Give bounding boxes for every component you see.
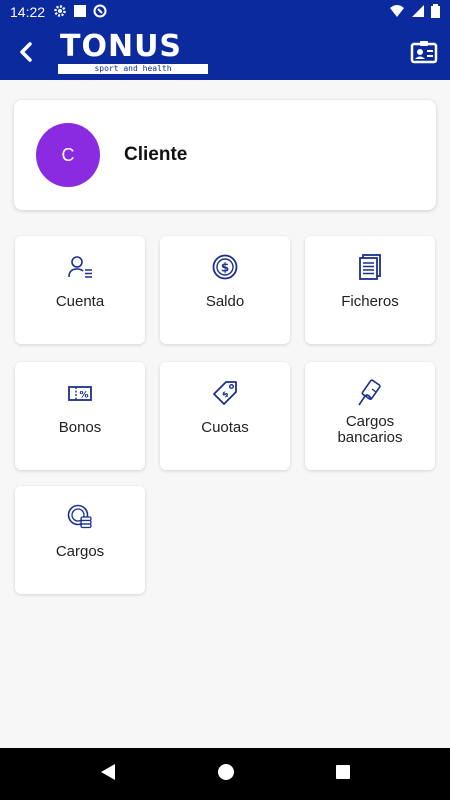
tile-saldo[interactable]: $ Saldo — [160, 236, 290, 344]
battery-icon — [431, 3, 440, 21]
files-icon — [355, 252, 385, 282]
app-bar: TONUS sport and health — [0, 24, 450, 80]
circle-home-icon — [218, 763, 234, 780]
user-list-icon — [65, 252, 95, 282]
tile-label: Bonos — [58, 419, 102, 436]
tile-label: Cargos bancarios — [337, 414, 402, 446]
tile-bonos[interactable]: % Bonos — [15, 362, 145, 470]
voucher-icon: % — [65, 378, 95, 408]
logo-text: TONUS — [60, 29, 183, 64]
id-card-icon — [410, 41, 438, 64]
status-time: 14:22 — [10, 4, 46, 20]
profile-name: Cliente — [124, 144, 188, 165]
tile-label: Saldo — [205, 293, 245, 310]
price-tag-icon: $ — [210, 378, 240, 408]
nav-home-button[interactable] — [217, 763, 235, 786]
nav-recents-button[interactable] — [335, 764, 351, 785]
card-payment-icon — [355, 378, 385, 408]
tile-label-line: Cargos — [345, 413, 395, 430]
avatar: C — [36, 123, 100, 187]
status-bar: 14:22 — [0, 0, 450, 24]
tile-label: Cuenta — [55, 293, 105, 310]
tonus-logo: TONUS sport and health — [58, 28, 208, 76]
data-saver-icon — [93, 4, 107, 21]
coins-icon — [65, 502, 95, 532]
back-button[interactable] — [0, 24, 52, 80]
svg-text:$: $ — [221, 261, 229, 275]
tile-label: Cuotas — [201, 419, 249, 436]
tile-ficheros[interactable]: Ficheros — [305, 236, 435, 344]
settings-icon — [53, 4, 67, 21]
square-icon — [73, 4, 87, 21]
tile-label: Cargos — [55, 543, 105, 560]
svg-text:%: % — [79, 391, 88, 401]
tile-cuotas[interactable]: $ Cuotas — [160, 362, 290, 470]
tile-cargos[interactable]: Cargos — [15, 486, 145, 594]
nav-back-button[interactable] — [99, 763, 117, 786]
id-card-button[interactable] — [408, 36, 440, 68]
signal-icon — [411, 4, 425, 21]
dollar-coin-icon: $ — [210, 252, 240, 282]
profile-card[interactable]: C Cliente — [14, 100, 436, 210]
back-arrow-icon — [20, 42, 32, 62]
tile-cargos-bancarios[interactable]: Cargos bancarios — [305, 362, 435, 470]
system-nav-bar — [0, 748, 450, 800]
square-recents-icon — [336, 764, 350, 779]
wifi-icon — [389, 4, 405, 21]
tile-label: Ficheros — [341, 293, 399, 310]
tile-cuenta[interactable]: Cuenta — [15, 236, 145, 344]
tile-label-line: bancarios — [337, 429, 403, 446]
logo-tagline: sport and health — [58, 64, 208, 74]
triangle-back-icon — [101, 763, 115, 780]
